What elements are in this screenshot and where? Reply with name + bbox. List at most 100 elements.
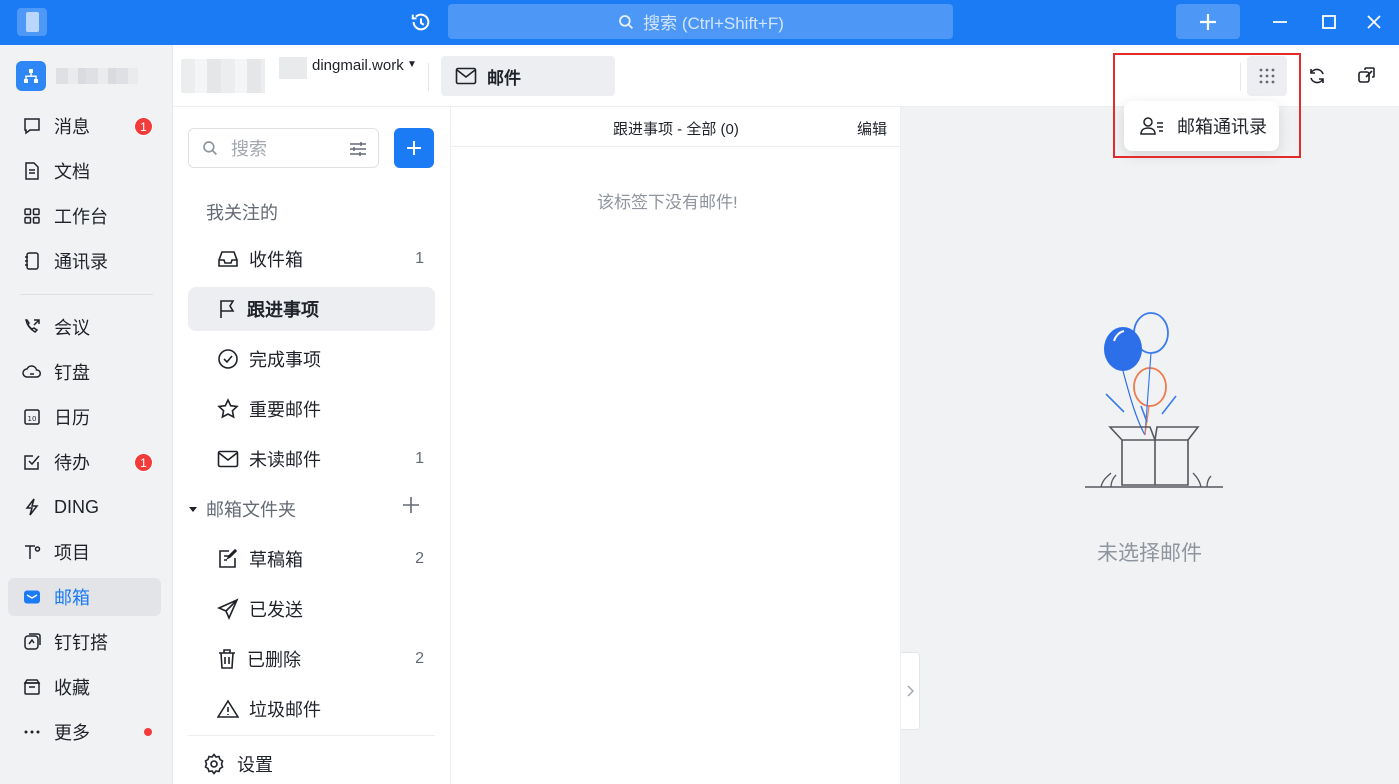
create-button[interactable]	[1176, 4, 1240, 39]
mail-settings[interactable]: 设置	[203, 751, 273, 777]
refresh-button[interactable]	[1306, 65, 1328, 87]
empty-gift-illustration	[1085, 312, 1223, 488]
highlight-box	[1113, 53, 1301, 158]
nav-item-project[interactable]: 项目	[8, 533, 161, 571]
compose-button[interactable]	[394, 128, 434, 168]
maximize-icon	[1322, 15, 1336, 29]
nav-label: 工作台	[54, 207, 108, 227]
todo-icon	[24, 455, 40, 470]
add-folder-icon[interactable]	[402, 496, 420, 514]
nav-label: 邮箱	[54, 588, 90, 608]
more-icon	[24, 730, 40, 734]
global-search-bar[interactable]: 搜索 (Ctrl+Shift+F)	[448, 4, 953, 39]
account-dropdown-caret[interactable]: ▼	[407, 59, 417, 70]
nav-label: 文档	[54, 162, 90, 182]
refresh-icon	[1310, 68, 1324, 84]
nav-item-ding[interactable]: DING	[8, 488, 161, 526]
tab-mail-label: 邮件	[487, 68, 521, 88]
preview-pane: 未选择邮件	[901, 107, 1399, 784]
mail-icon	[24, 590, 40, 604]
nav-item-calendar[interactable]: 10 日历	[8, 398, 161, 436]
nav-item-todo[interactable]: 待办 1	[8, 443, 161, 481]
global-search-placeholder: 搜索 (Ctrl+Shift+F)	[643, 14, 784, 33]
message-list: 跟进事项 - 全部 (0) 编辑 该标签下没有邮件!	[451, 107, 901, 784]
favorites-icon	[23, 679, 41, 695]
envelope-icon	[455, 67, 477, 85]
minimize-button[interactable]	[1264, 6, 1296, 38]
left-navigation: 消息 1 文档 工作台 通讯录 会议 钉盘 10 日历 待办 1 DING 项目	[0, 45, 173, 784]
nav-item-mail[interactable]: 邮箱	[8, 578, 161, 616]
nav-divider	[20, 294, 153, 295]
folder-label: 垃圾邮件	[249, 700, 321, 720]
flag-icon	[220, 300, 235, 318]
nav-item-messages[interactable]: 消息 1	[8, 107, 161, 145]
folder-sent[interactable]: 已发送	[188, 587, 435, 631]
nav-item-builder[interactable]: 钉钉搭	[8, 623, 161, 661]
folder-important[interactable]: 重要邮件	[188, 387, 435, 431]
folder-follow-up[interactable]: 跟进事项	[188, 287, 435, 331]
maximize-button[interactable]	[1313, 6, 1345, 38]
nav-item-drive[interactable]: 钉盘	[8, 353, 161, 391]
document-icon	[25, 162, 39, 180]
mailbox-folders-section[interactable]: 邮箱文件夹	[188, 494, 435, 524]
folder-done[interactable]: 完成事项	[188, 337, 435, 381]
folder-label: 已删除	[247, 650, 301, 670]
nav-item-meeting[interactable]: 会议	[8, 308, 161, 346]
edit-button[interactable]: 编辑	[857, 118, 887, 139]
caret-down-icon	[189, 507, 197, 512]
svg-text:10: 10	[28, 415, 37, 423]
tab-mail[interactable]: 邮件	[441, 56, 615, 96]
folder-label: 收件箱	[249, 250, 303, 270]
folder-drafts[interactable]: 草稿箱 2	[188, 537, 435, 581]
collapse-toggle[interactable]	[901, 652, 920, 730]
star-icon	[217, 398, 239, 419]
nav-label: 通讯录	[54, 252, 108, 272]
followed-section-title: 我关注的	[206, 203, 278, 223]
org-switcher[interactable]	[16, 61, 138, 91]
mail-search-input[interactable]: 搜索	[188, 128, 379, 168]
folder-count: 2	[415, 550, 424, 567]
folder-count: 1	[415, 250, 424, 267]
cloud-drive-icon	[22, 365, 41, 378]
nav-label: 消息	[54, 117, 90, 137]
send-icon	[217, 598, 239, 620]
title-bar: 搜索 (Ctrl+Shift+F)	[0, 0, 1399, 45]
folder-count: 2	[415, 650, 424, 667]
account-name-redacted	[279, 57, 307, 79]
chevron-right-icon	[907, 685, 914, 697]
nav-item-favorites[interactable]: 收藏	[8, 668, 161, 706]
nav-item-workbench[interactable]: 工作台	[8, 197, 161, 235]
header-divider	[428, 63, 429, 91]
folder-deleted[interactable]: 已删除 2	[188, 637, 435, 681]
history-icon[interactable]	[408, 9, 434, 35]
todo-badge: 1	[134, 453, 153, 472]
folder-spam[interactable]: 垃圾邮件	[188, 687, 435, 731]
nav-item-contacts[interactable]: 通讯录	[8, 242, 161, 280]
open-window-button[interactable]	[1356, 65, 1378, 87]
nav-label: 日历	[54, 408, 90, 428]
nav-item-more[interactable]: 更多	[8, 713, 161, 751]
contacts-icon	[25, 252, 39, 270]
settings-label: 设置	[237, 755, 273, 775]
workbench-icon	[24, 208, 40, 224]
list-empty-text: 该标签下没有邮件!	[597, 193, 738, 212]
warning-icon	[217, 699, 239, 718]
nav-label: 待办	[54, 453, 90, 473]
preview-empty-text: 未选择邮件	[1097, 542, 1202, 565]
nav-label: DING	[54, 496, 99, 517]
mail-search-placeholder: 搜索	[231, 139, 267, 159]
folder-divider	[188, 735, 435, 736]
filter-icon[interactable]	[348, 139, 368, 159]
nav-label: 会议	[54, 318, 90, 338]
nav-label: 项目	[54, 543, 90, 563]
close-button[interactable]	[1358, 6, 1390, 38]
minimize-icon	[1273, 21, 1287, 23]
project-icon	[25, 545, 41, 559]
folder-unread[interactable]: 未读邮件 1	[188, 437, 435, 481]
ding-icon	[25, 498, 39, 516]
folder-inbox[interactable]: 收件箱 1	[188, 237, 435, 281]
account-domain[interactable]: dingmail.work	[312, 57, 404, 74]
meeting-icon	[25, 319, 40, 333]
nav-item-docs[interactable]: 文档	[8, 152, 161, 190]
message-icon	[24, 118, 40, 135]
